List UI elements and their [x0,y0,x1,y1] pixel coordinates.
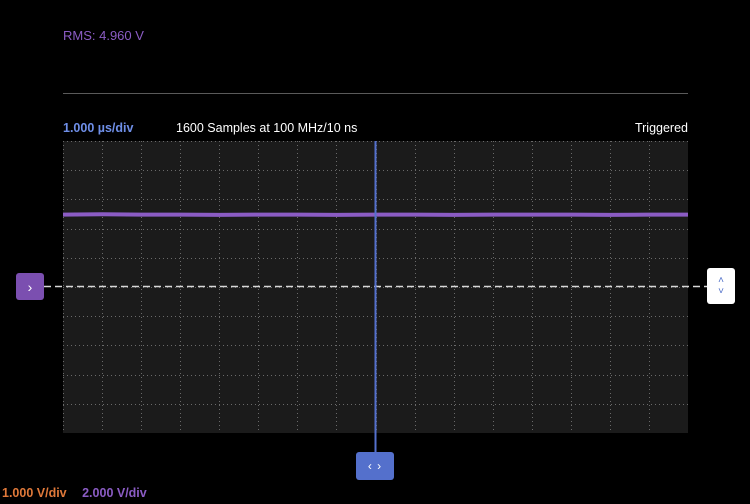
trigger-level-handle[interactable]: ˄ ˅ [707,268,735,304]
waveform-plot[interactable] [63,141,688,433]
acquisition-header: 1.000 µs/div 1600 Samples at 100 MHz/10 … [63,121,688,137]
channel-offset-marker[interactable]: › [16,273,44,300]
horizontal-position-handle[interactable]: ‹ › [356,452,394,480]
chevron-up-icon: ˄ [718,275,724,286]
channel-scales: 1.000 V/div 2.000 V/div [2,486,147,500]
divider [63,93,688,94]
timebase-label[interactable]: 1.000 µs/div [63,121,133,135]
chevron-right-icon: › [27,278,33,295]
rms-readout: RMS: 4.960 V [63,28,144,43]
sample-info: 1600 Samples at 100 MHz/10 ns [176,121,358,135]
chevron-down-icon: ˅ [718,286,724,297]
ch1-scale[interactable]: 1.000 V/div [2,486,67,500]
ch2-scale[interactable]: 2.000 V/div [82,486,147,500]
chevron-left-right-icon: ‹ › [367,459,383,473]
waveform-ch2 [63,212,688,217]
waveform-canvas[interactable] [63,141,688,433]
trigger-status: Triggered [634,121,688,135]
